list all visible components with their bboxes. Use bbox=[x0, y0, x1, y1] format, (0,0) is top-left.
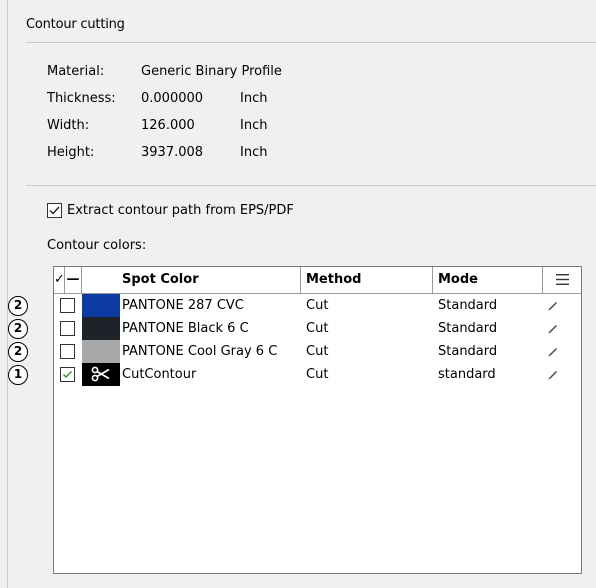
checkmark-icon bbox=[49, 206, 60, 215]
mode-cell[interactable]: standard bbox=[438, 363, 538, 386]
row-checkbox[interactable] bbox=[60, 344, 75, 359]
info-value: 0.000000 bbox=[141, 91, 204, 106]
row-checkbox[interactable] bbox=[60, 321, 75, 336]
spot-color-cell: PANTONE 287 CVC bbox=[122, 298, 244, 313]
info-value: 126.000 bbox=[141, 118, 195, 133]
spot-color-cell: PANTONE Cool Gray 6 C bbox=[122, 344, 278, 359]
info-label: Thickness: bbox=[47, 91, 116, 106]
info-value: 3937.008 bbox=[141, 145, 204, 160]
method-cell[interactable]: Cut bbox=[306, 294, 426, 317]
info-label: Height: bbox=[47, 145, 95, 160]
section-title: Contour cutting bbox=[26, 17, 125, 32]
pencil-icon[interactable] bbox=[547, 322, 559, 334]
spot-color-cell: CutContour bbox=[122, 367, 197, 382]
info-unit: Inch bbox=[240, 118, 268, 133]
method-cell[interactable]: Cut bbox=[306, 317, 426, 340]
pencil-icon[interactable] bbox=[547, 345, 559, 357]
pencil-icon[interactable] bbox=[547, 299, 559, 311]
divider bbox=[26, 42, 596, 43]
table-row[interactable]: PANTONE Cool Gray 6 C Cut Standard bbox=[54, 340, 581, 363]
color-swatch bbox=[82, 363, 120, 386]
header-method[interactable]: Method bbox=[301, 267, 433, 293]
callout-badge: 2 bbox=[8, 342, 28, 362]
contour-colors-table[interactable]: ✓ — Spot Color Method Mode PANTONE 287 C… bbox=[53, 266, 582, 574]
header-spot-color[interactable]: Spot Color bbox=[82, 267, 301, 293]
method-cell[interactable]: Cut bbox=[306, 340, 426, 363]
mode-cell[interactable]: Standard bbox=[438, 340, 538, 363]
mode-cell[interactable]: Standard bbox=[438, 294, 538, 317]
info-label: Material: bbox=[47, 64, 105, 79]
callout-badge: 1 bbox=[8, 365, 28, 385]
checkmark-icon bbox=[63, 371, 72, 378]
callout-badge: 2 bbox=[8, 319, 28, 339]
header-check-column[interactable]: ✓ bbox=[54, 267, 65, 293]
header-swatch-column[interactable]: — bbox=[65, 267, 82, 293]
extract-contour-option[interactable]: Extract contour path from EPS/PDF bbox=[47, 203, 294, 218]
contour-colors-label: Contour colors: bbox=[47, 238, 147, 253]
method-cell[interactable]: Cut bbox=[306, 363, 426, 386]
contour-cutting-panel: Contour cutting Material: Generic Binary… bbox=[7, 0, 596, 588]
header-mode[interactable]: Mode bbox=[433, 267, 543, 293]
table-row[interactable]: CutContour Cut standard bbox=[54, 363, 581, 386]
divider bbox=[26, 185, 596, 186]
mode-cell[interactable]: Standard bbox=[438, 317, 538, 340]
table-row[interactable]: PANTONE Black 6 C Cut Standard bbox=[54, 317, 581, 340]
info-unit: Inch bbox=[240, 91, 268, 106]
info-value: Generic Binary Profile bbox=[141, 64, 282, 79]
scissors-icon bbox=[91, 366, 110, 382]
color-swatch bbox=[82, 294, 120, 317]
callout-badge: 2 bbox=[8, 296, 28, 316]
column-menu-button[interactable] bbox=[543, 267, 581, 293]
table-header: ✓ — Spot Color Method Mode bbox=[54, 267, 581, 294]
extract-contour-label: Extract contour path from EPS/PDF bbox=[67, 203, 294, 218]
extract-contour-checkbox[interactable] bbox=[47, 203, 62, 218]
pencil-icon[interactable] bbox=[547, 368, 559, 380]
table-row[interactable]: PANTONE 287 CVC Cut Standard bbox=[54, 294, 581, 317]
color-swatch bbox=[82, 340, 120, 363]
spot-color-cell: PANTONE Black 6 C bbox=[122, 321, 249, 336]
row-checkbox[interactable] bbox=[60, 367, 75, 382]
hamburger-icon bbox=[555, 274, 569, 285]
row-checkbox[interactable] bbox=[60, 298, 75, 313]
color-swatch bbox=[82, 317, 120, 340]
info-label: Width: bbox=[47, 118, 90, 133]
info-unit: Inch bbox=[240, 145, 268, 160]
